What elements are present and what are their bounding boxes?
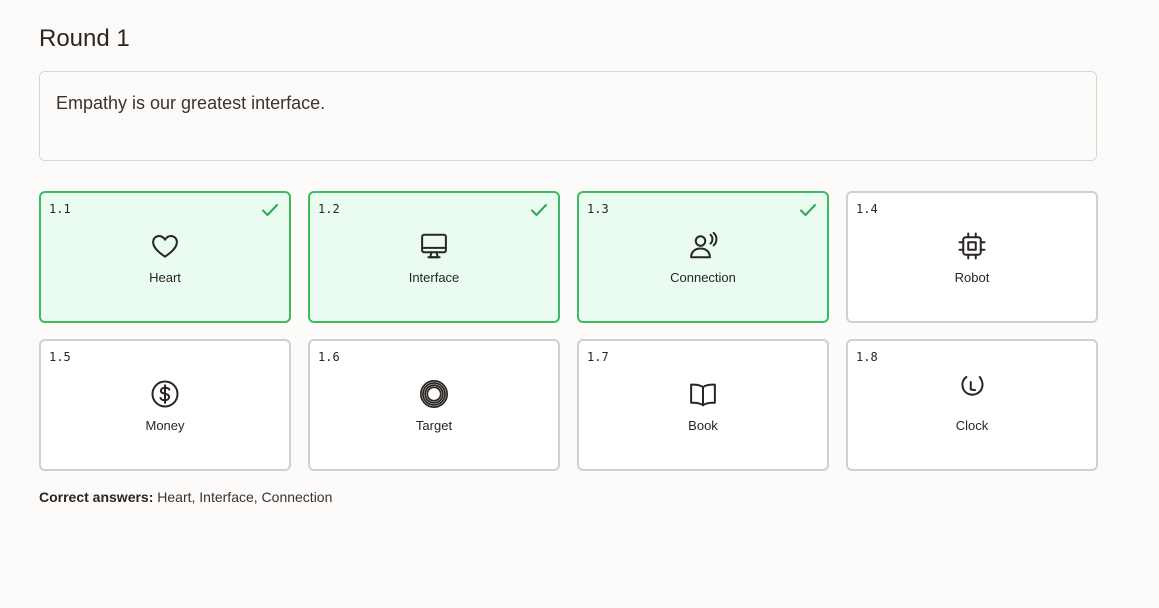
check-icon bbox=[800, 204, 816, 216]
answer-card-interface[interactable]: 1.2 Interface bbox=[308, 191, 560, 323]
card-label: Interface bbox=[408, 270, 460, 285]
card-number: 1.3 bbox=[587, 202, 609, 216]
check-icon bbox=[262, 204, 278, 216]
card-label: Money bbox=[145, 418, 185, 433]
chip-icon bbox=[957, 231, 987, 261]
answer-card-money[interactable]: 1.5 Money bbox=[39, 339, 291, 471]
answer-card-heart[interactable]: 1.1 Heart bbox=[39, 191, 291, 323]
card-label: Target bbox=[415, 418, 453, 433]
card-number: 1.6 bbox=[318, 350, 340, 364]
answer-card-book[interactable]: 1.7 Book bbox=[577, 339, 829, 471]
prompt-text: Empathy is our greatest interface. bbox=[56, 93, 326, 113]
clock-icon bbox=[957, 372, 987, 402]
quiz-page: Round 1 Empathy is our greatest interfac… bbox=[0, 0, 1159, 608]
book-icon bbox=[688, 379, 718, 409]
card-label: Robot bbox=[954, 270, 990, 285]
answer-card-target[interactable]: 1.6 Target bbox=[308, 339, 560, 471]
check-icon bbox=[531, 204, 547, 216]
answer-card-clock[interactable]: 1.8 Clock bbox=[846, 339, 1098, 471]
card-number: 1.7 bbox=[587, 350, 609, 364]
answer-card-robot[interactable]: 1.4 Robot bbox=[846, 191, 1098, 323]
connection-icon bbox=[688, 231, 718, 261]
round-title: Round 1 bbox=[39, 25, 130, 52]
card-number: 1.2 bbox=[318, 202, 340, 216]
correct-answers-label: Correct answers: bbox=[39, 489, 154, 505]
card-number: 1.1 bbox=[49, 202, 71, 216]
card-number: 1.8 bbox=[856, 350, 878, 364]
card-label: Heart bbox=[149, 270, 181, 285]
card-label: Book bbox=[688, 418, 718, 433]
monitor-icon bbox=[419, 231, 449, 261]
correct-answers: Correct answers: Heart, Interface, Conne… bbox=[39, 488, 332, 506]
correct-answers-value: Heart, Interface, Connection bbox=[157, 489, 333, 505]
answer-card-connection[interactable]: 1.3 Connection bbox=[577, 191, 829, 323]
heart-icon bbox=[150, 231, 180, 261]
card-number: 1.4 bbox=[856, 202, 878, 216]
prompt-box: Empathy is our greatest interface. bbox=[39, 71, 1097, 161]
card-label: Connection bbox=[670, 270, 736, 285]
card-label: Clock bbox=[955, 418, 989, 433]
answer-grid: 1.1 Heart 1.2 Interface 1.3 Connection 1… bbox=[39, 191, 1098, 471]
target-icon bbox=[419, 379, 449, 409]
card-number: 1.5 bbox=[49, 350, 71, 364]
dollar-icon bbox=[150, 379, 180, 409]
